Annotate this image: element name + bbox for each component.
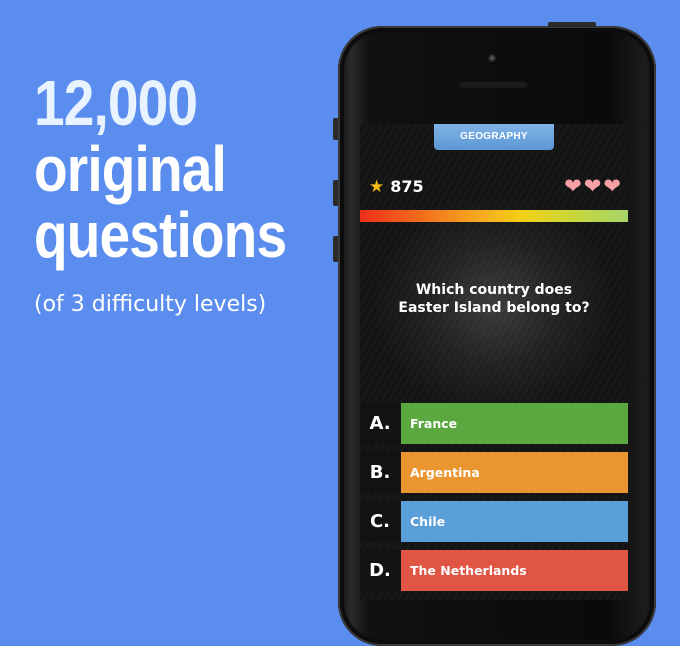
score: ★ 875 bbox=[369, 177, 424, 196]
game-screen: GEOGRAPHY ★ 875 ❤ ❤ ❤ Which country does… bbox=[360, 124, 628, 600]
camera-icon bbox=[488, 54, 498, 64]
answer-option-d[interactable]: D. The Netherlands bbox=[360, 550, 628, 591]
timer-bar bbox=[360, 210, 628, 222]
answer-option-a[interactable]: A. France bbox=[360, 403, 628, 444]
answer-letter: A. bbox=[360, 403, 400, 444]
answer-list: A. France B. Argentina C. Chile D. The N… bbox=[360, 403, 628, 599]
heart-icon: ❤ bbox=[603, 175, 621, 198]
answer-option-b[interactable]: B. Argentina bbox=[360, 452, 628, 493]
side-button-volume-down bbox=[333, 236, 338, 262]
speaker-grille bbox=[458, 80, 528, 88]
answer-button-argentina[interactable]: Argentina bbox=[401, 452, 628, 493]
question-line-1: Which country does bbox=[415, 282, 573, 298]
headline-line-2: original bbox=[34, 133, 227, 205]
lives: ❤ ❤ ❤ bbox=[564, 176, 621, 198]
question-text: Which country does Easter Island belong … bbox=[380, 281, 608, 317]
headline-line-3: questions bbox=[34, 199, 287, 271]
promo-text: 12,000 original questions bbox=[34, 70, 327, 268]
score-value: 875 bbox=[390, 177, 424, 196]
answer-option-c[interactable]: C. Chile bbox=[360, 501, 628, 542]
heart-icon: ❤ bbox=[564, 175, 582, 198]
side-button-mute bbox=[333, 118, 338, 140]
answer-button-the-netherlands[interactable]: The Netherlands bbox=[401, 550, 628, 591]
subline: (of 3 difficulty levels) bbox=[34, 292, 267, 317]
headline-line-1: 12,000 bbox=[34, 67, 198, 139]
answer-letter: C. bbox=[360, 501, 400, 542]
answer-letter: D. bbox=[360, 550, 400, 591]
category-tab: GEOGRAPHY bbox=[434, 124, 554, 150]
headline: 12,000 original questions bbox=[34, 67, 287, 271]
answer-letter: B. bbox=[360, 452, 400, 493]
answer-button-france[interactable]: France bbox=[401, 403, 628, 444]
question-line-2: Easter Island belong to? bbox=[398, 300, 590, 316]
side-button-volume-up bbox=[333, 180, 338, 206]
star-icon: ★ bbox=[369, 176, 385, 196]
heart-icon: ❤ bbox=[583, 175, 602, 198]
power-button bbox=[548, 22, 596, 27]
answer-button-chile[interactable]: Chile bbox=[401, 501, 628, 542]
